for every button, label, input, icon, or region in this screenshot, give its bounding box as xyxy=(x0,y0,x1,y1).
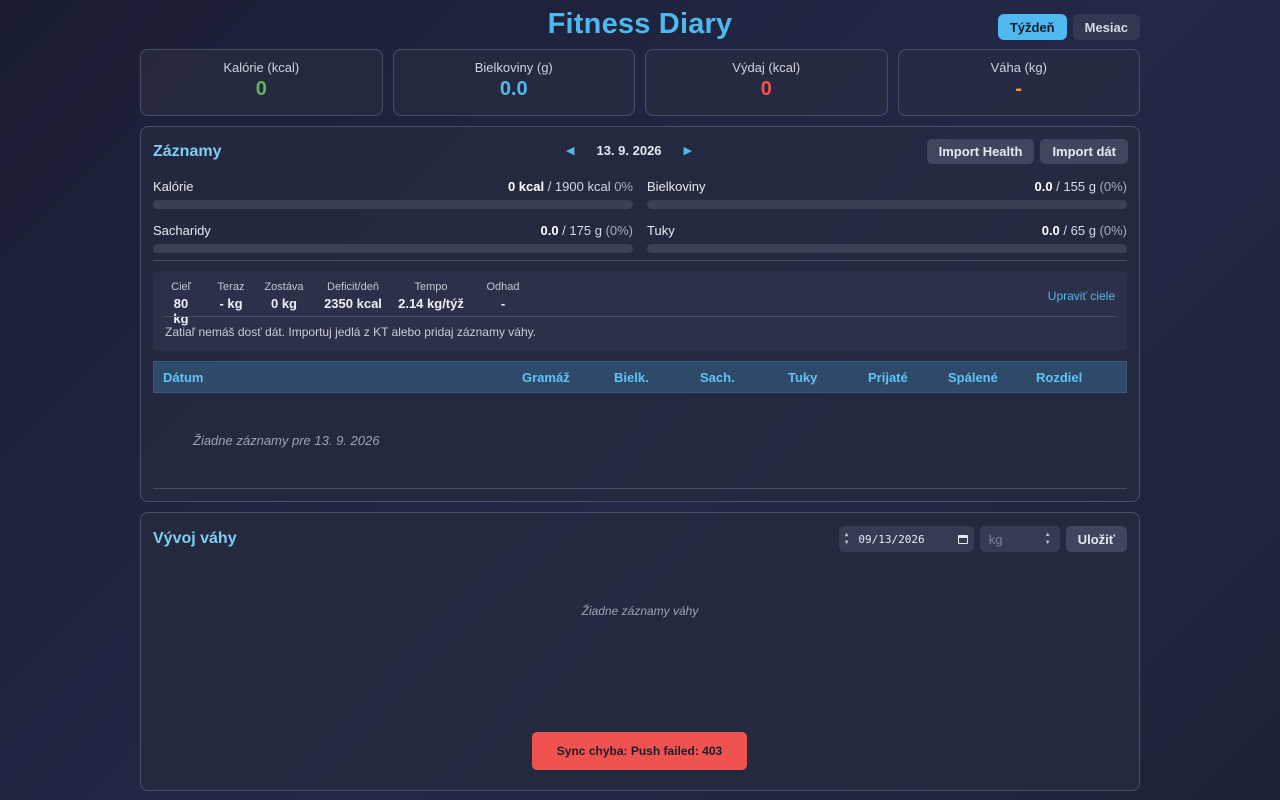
import-data-button[interactable]: Import dát xyxy=(1040,139,1128,164)
column-grams[interactable]: Gramáž xyxy=(522,370,570,385)
stat-value: 0.0 xyxy=(499,78,528,100)
macro-name: Sacharidy xyxy=(153,223,211,238)
macro-value: 0.0 / 155 g (0%) xyxy=(1034,179,1127,194)
stat-value: - xyxy=(1015,78,1023,100)
table-bottom-border xyxy=(153,488,1127,489)
goal-pace: Tempo 2.14 kg/týž xyxy=(398,281,464,311)
stat-label: Váha (kg) xyxy=(990,60,1047,75)
stat-card-protein: Bielkoviny (g) 0.0 xyxy=(392,49,635,116)
week-button[interactable]: Týždeň xyxy=(997,14,1067,40)
date-navigator: ◀ 13. 9. 2026 ▶ xyxy=(566,143,692,158)
goal-remaining: Zostáva 0 kg xyxy=(264,281,304,311)
macro-name: Bielkoviny xyxy=(647,179,706,194)
stat-value: 0 xyxy=(255,78,267,100)
goals-box: Cieľ 80 kg Teraz - kg Zostáva 0 kg Defic… xyxy=(153,271,1127,351)
goals-divider xyxy=(165,316,1115,317)
column-carbs[interactable]: Sach. xyxy=(700,370,735,385)
protein-progress-bar xyxy=(647,200,1127,209)
macro-value: 0.0 / 175 g (0%) xyxy=(540,223,633,238)
stat-card-weight: Váha (kg) - xyxy=(897,49,1140,116)
spinner-icon[interactable]: ▲ ▼ xyxy=(845,531,849,547)
macro-value: 0.0 / 65 g (0%) xyxy=(1041,223,1127,238)
column-date[interactable]: Dátum xyxy=(163,370,203,385)
column-intake[interactable]: Prijaté xyxy=(868,370,908,385)
stat-card-expenditure: Výdaj (kcal) 0 xyxy=(645,49,888,116)
calories-progress-bar xyxy=(153,200,633,209)
previous-day-icon[interactable]: ◀ xyxy=(566,144,574,157)
section-divider xyxy=(153,260,1127,261)
stat-label: Výdaj (kcal) xyxy=(732,60,801,75)
stat-label: Kalórie (kcal) xyxy=(223,60,300,75)
period-toggle: Týždeň Mesiac xyxy=(997,14,1140,40)
weight-kg-input[interactable]: kg ▲ ▼ xyxy=(979,526,1060,552)
calendar-icon[interactable] xyxy=(957,534,968,544)
macro-name: Kalórie xyxy=(153,179,194,194)
column-diff[interactable]: Rozdiel xyxy=(1036,370,1082,385)
save-weight-button[interactable]: Uložiť xyxy=(1065,526,1127,552)
sync-error-toast: Sync chyba: Push failed: 403 xyxy=(532,732,747,770)
goal-target: Cieľ 80 kg xyxy=(171,281,191,326)
records-panel: Záznamy ◀ 13. 9. 2026 ▶ Import Health Im… xyxy=(140,126,1140,502)
records-table-header: Dátum Gramáž Bielk. Sach. Tuky Prijaté S… xyxy=(153,361,1127,393)
next-day-icon[interactable]: ▶ xyxy=(684,144,692,157)
macro-name: Tuky xyxy=(647,223,675,238)
stat-card-calories: Kalórie (kcal) 0 xyxy=(140,49,383,116)
macro-carbs: Sacharidy 0.0 / 175 g (0%) xyxy=(153,223,633,253)
goal-estimate: Odhad - xyxy=(486,281,520,311)
goal-current: Teraz - kg xyxy=(217,281,245,311)
import-actions: Import Health Import dát xyxy=(926,139,1128,164)
fat-progress-bar xyxy=(647,244,1127,253)
weight-form: ▲ ▼ 09/13/2026 kg ▲ ▼ Uložiť xyxy=(838,526,1127,552)
macro-protein: Bielkoviny 0.0 / 155 g (0%) xyxy=(647,179,1127,209)
kg-placeholder: kg xyxy=(988,531,1003,547)
column-fat[interactable]: Tuky xyxy=(788,370,817,385)
date-value: 09/13/2026 xyxy=(858,532,925,546)
macro-value: 0 kcal / 1900 kcal 0% xyxy=(507,179,633,194)
summary-stats: Kalórie (kcal) 0 Bielkoviny (g) 0.0 Výda… xyxy=(140,49,1140,116)
column-burned[interactable]: Spálené xyxy=(948,370,998,385)
macro-calories: Kalórie 0 kcal / 1900 kcal 0% xyxy=(153,179,633,209)
empty-records-message: Žiadne záznamy pre 13. 9. 2026 xyxy=(193,433,380,448)
column-protein[interactable]: Bielk. xyxy=(614,370,649,385)
carbs-progress-bar xyxy=(153,244,633,253)
month-button[interactable]: Mesiac xyxy=(1072,14,1140,40)
spinner-icon[interactable]: ▲ ▼ xyxy=(1045,531,1051,547)
goals-note: Zatiaľ nemáš dosť dát. Importuj jedlá z … xyxy=(165,325,537,339)
import-health-button[interactable]: Import Health xyxy=(926,139,1035,164)
macro-fat: Tuky 0.0 / 65 g (0%) xyxy=(647,223,1127,253)
records-title: Záznamy xyxy=(153,143,222,160)
edit-goals-link[interactable]: Upraviť ciele xyxy=(1048,289,1115,303)
weight-date-input[interactable]: ▲ ▼ 09/13/2026 xyxy=(838,526,974,552)
goal-deficit: Deficit/deň 2350 kcal xyxy=(324,281,382,311)
stat-value: 0 xyxy=(760,78,772,100)
weight-title: Vývoj váhy xyxy=(153,530,237,547)
empty-weight-message: Žiadne záznamy váhy xyxy=(581,604,699,618)
current-date: 13. 9. 2026 xyxy=(596,143,662,158)
stat-label: Bielkoviny (g) xyxy=(474,60,553,75)
